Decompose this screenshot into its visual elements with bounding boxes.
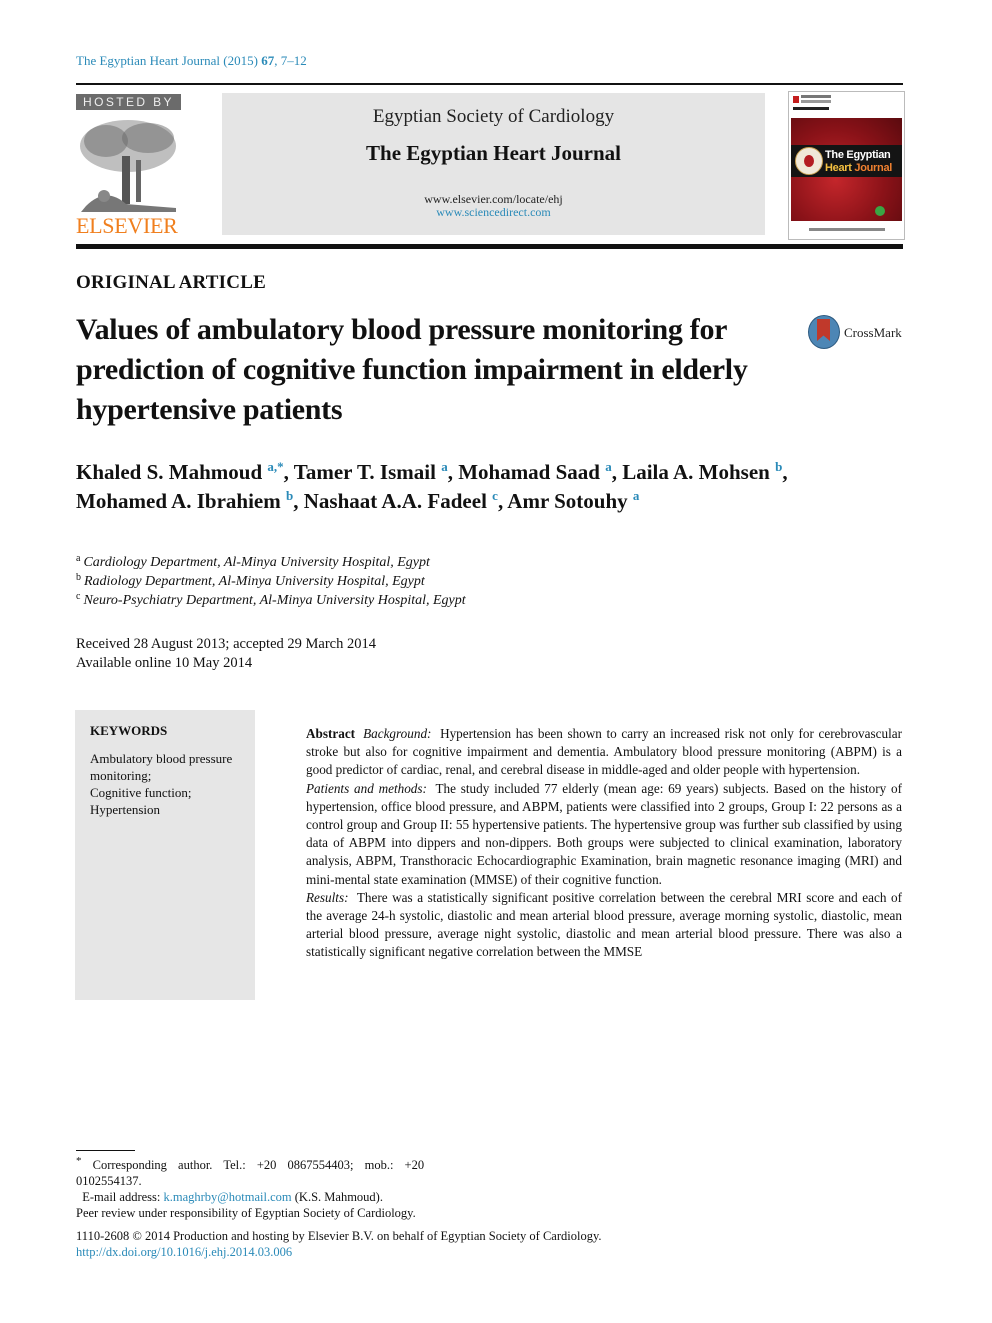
affiliations: a Cardiology Department, Al-Minya Univers…	[76, 553, 466, 610]
email-label: E-mail address:	[82, 1190, 164, 1205]
abstract-section-label: Patients and methods:	[306, 780, 427, 796]
journal-title: The Egyptian Heart Journal	[366, 141, 621, 165]
cover-title-line1: The Egyptian	[825, 149, 891, 161]
citation-text: The Egyptian Heart Journal (2015)	[76, 53, 262, 68]
citation-volume: 67	[261, 53, 275, 68]
abstract-section-label: Results:	[306, 889, 349, 905]
author-name: Laila A. Mohsen	[622, 460, 770, 484]
article-title: Values of ambulatory blood pressure moni…	[76, 313, 748, 426]
author-name: Mohamed A. Ibrahiem	[76, 489, 281, 513]
received-date: Received 28 August 2013; accepted 29 Mar…	[76, 636, 376, 652]
cover-header-line	[793, 107, 829, 110]
cover-badge-icon	[875, 206, 885, 216]
email-suffix: (K.S. Mahmoud).	[291, 1190, 383, 1205]
cover-header-line	[801, 100, 831, 103]
affiliation: c Neuro-Psychiatry Department, Al-Minya U…	[76, 591, 466, 610]
author: Tamer T. Ismail a,	[294, 460, 458, 484]
author-name: Nashaat A.A. Fadeel	[303, 489, 487, 513]
author-affiliation-link[interactable]: a	[633, 488, 640, 503]
abstract-section: Results: There was a statistically signi…	[306, 889, 902, 962]
copyright-text: 1110-2608 © 2014 Production and hosting …	[76, 1229, 602, 1243]
author-name: Amr Sotouhy	[507, 489, 628, 513]
footnotes: * Corresponding author. Tel.: +20 086755…	[76, 1153, 496, 1221]
author-name: Mohamad Saad	[458, 460, 600, 484]
author-affiliation-link[interactable]: a,*	[267, 459, 283, 474]
email-note: E-mail address: k.maghrby@hotmail.com (K…	[76, 1189, 496, 1205]
author-separator: ,	[447, 460, 459, 484]
article-type: ORIGINAL ARTICLE	[76, 272, 266, 293]
journal-cover-image[interactable]: The Egyptian Heart Journal	[788, 91, 905, 240]
author-name: Tamer T. Ismail	[293, 460, 436, 484]
keywords-list: Ambulatory blood pressure monitoring; Co…	[90, 750, 255, 818]
affiliation-text: Radiology Department, Al-Minya Universit…	[84, 574, 425, 589]
corresponding-author-note: * Corresponding author. Tel.: +20 086755…	[76, 1153, 496, 1189]
affiliation: b Radiology Department, Al-Minya Universi…	[76, 572, 466, 591]
abstract-section-text: The study included 77 elderly (mean age:…	[306, 780, 902, 887]
footnote-mark: *	[76, 1155, 82, 1167]
crossmark-button[interactable]: CrossMark	[806, 315, 906, 351]
email-link[interactable]: k.maghrby@hotmail.com	[163, 1190, 291, 1204]
affiliation-key: b	[76, 572, 81, 583]
hosted-by-label: HOSTED BY	[76, 94, 181, 110]
abstract: Abstract Background: Hypertension has bee…	[306, 725, 902, 962]
keywords-heading: KEYWORDS	[90, 723, 168, 738]
header-rule-bottom	[76, 244, 903, 249]
cover-title-journal: Journal	[854, 162, 893, 174]
affiliation-key: a	[76, 553, 81, 564]
elsevier-tree-logo-icon	[80, 120, 176, 212]
author: Amr Sotouhy a	[507, 489, 639, 513]
author-separator: ,	[283, 460, 294, 484]
abstract-section: Patients and methods: The study included…	[306, 780, 902, 889]
doi-link[interactable]: http://dx.doi.org/10.1016/j.ehj.2014.03.…	[76, 1245, 292, 1259]
author-separator: ,	[611, 460, 623, 484]
author: Nashaat A.A. Fadeel c,	[304, 489, 508, 513]
cover-footer-url	[809, 228, 885, 231]
society-name: Egyptian Society of Cardiology	[372, 106, 615, 127]
affiliation-key: c	[76, 591, 81, 602]
keyword[interactable]: Hypertension	[90, 801, 255, 818]
keyword[interactable]: Cognitive function;	[90, 784, 255, 801]
cover-header	[789, 92, 904, 118]
author: Mohamed A. Ibrahiem b,	[76, 489, 304, 513]
author: Mohamad Saad a,	[458, 460, 622, 484]
copyright-block: 1110-2608 © 2014 Production and hosting …	[76, 1228, 602, 1260]
author-list: Khaled S. Mahmoud a,*, Tamer T. Ismail a…	[76, 458, 906, 516]
peer-review-note: Peer review under responsibility of Egyp…	[76, 1206, 416, 1221]
sciencedirect-link[interactable]: www.sciencedirect.com	[222, 206, 765, 219]
abstract-section-label: Background:	[363, 726, 432, 741]
cover-header-line	[801, 95, 831, 98]
article-dates: Received 28 August 2013; accepted 29 Mar…	[76, 635, 376, 673]
author-name: Khaled S. Mahmoud	[76, 460, 263, 484]
abstract-heading: Abstract	[306, 726, 356, 741]
abstract-section-text: There was a statistically significant po…	[306, 889, 902, 960]
author: Khaled S. Mahmoud a,*,	[76, 460, 294, 484]
affiliation: a Cardiology Department, Al-Minya Univers…	[76, 553, 466, 572]
affiliation-text: Cardiology Department, Al-Minya Universi…	[83, 555, 430, 570]
author-separator: ,	[782, 460, 788, 484]
society-logo-icon	[793, 96, 799, 103]
cover-title-heart: Heart	[825, 162, 855, 174]
journal-citation[interactable]: The Egyptian Heart Journal (2015) 67, 7–…	[76, 53, 307, 69]
author-separator: ,	[497, 489, 508, 513]
header-rule-top	[76, 83, 903, 85]
keyword[interactable]: Ambulatory blood pressure monitoring;	[90, 750, 255, 784]
affiliation-text: Neuro-Psychiatry Department, Al-Minya Un…	[83, 593, 466, 608]
journal-banner: Egyptian Society of Cardiology The Egypt…	[222, 93, 765, 235]
footnote-rule	[76, 1150, 135, 1151]
author: Laila A. Mohsen b,	[622, 460, 787, 484]
abstract-section: Abstract Background: Hypertension has bee…	[306, 725, 902, 780]
keywords-box: KEYWORDS Ambulatory blood pressure monit…	[75, 710, 255, 1000]
cover-title-line2: Heart Journal	[825, 162, 892, 174]
author-separator: ,	[293, 489, 304, 513]
crossmark-label: CrossMark	[844, 325, 902, 340]
corresponding-author-text: Corresponding author. Tel.: +20 08675544…	[76, 1158, 425, 1189]
citation-pages: , 7–12	[274, 53, 307, 68]
available-date: Available online 10 May 2014	[76, 655, 253, 671]
elsevier-logo-text[interactable]: ELSEVIER	[76, 214, 184, 238]
society-seal-icon	[795, 147, 823, 175]
